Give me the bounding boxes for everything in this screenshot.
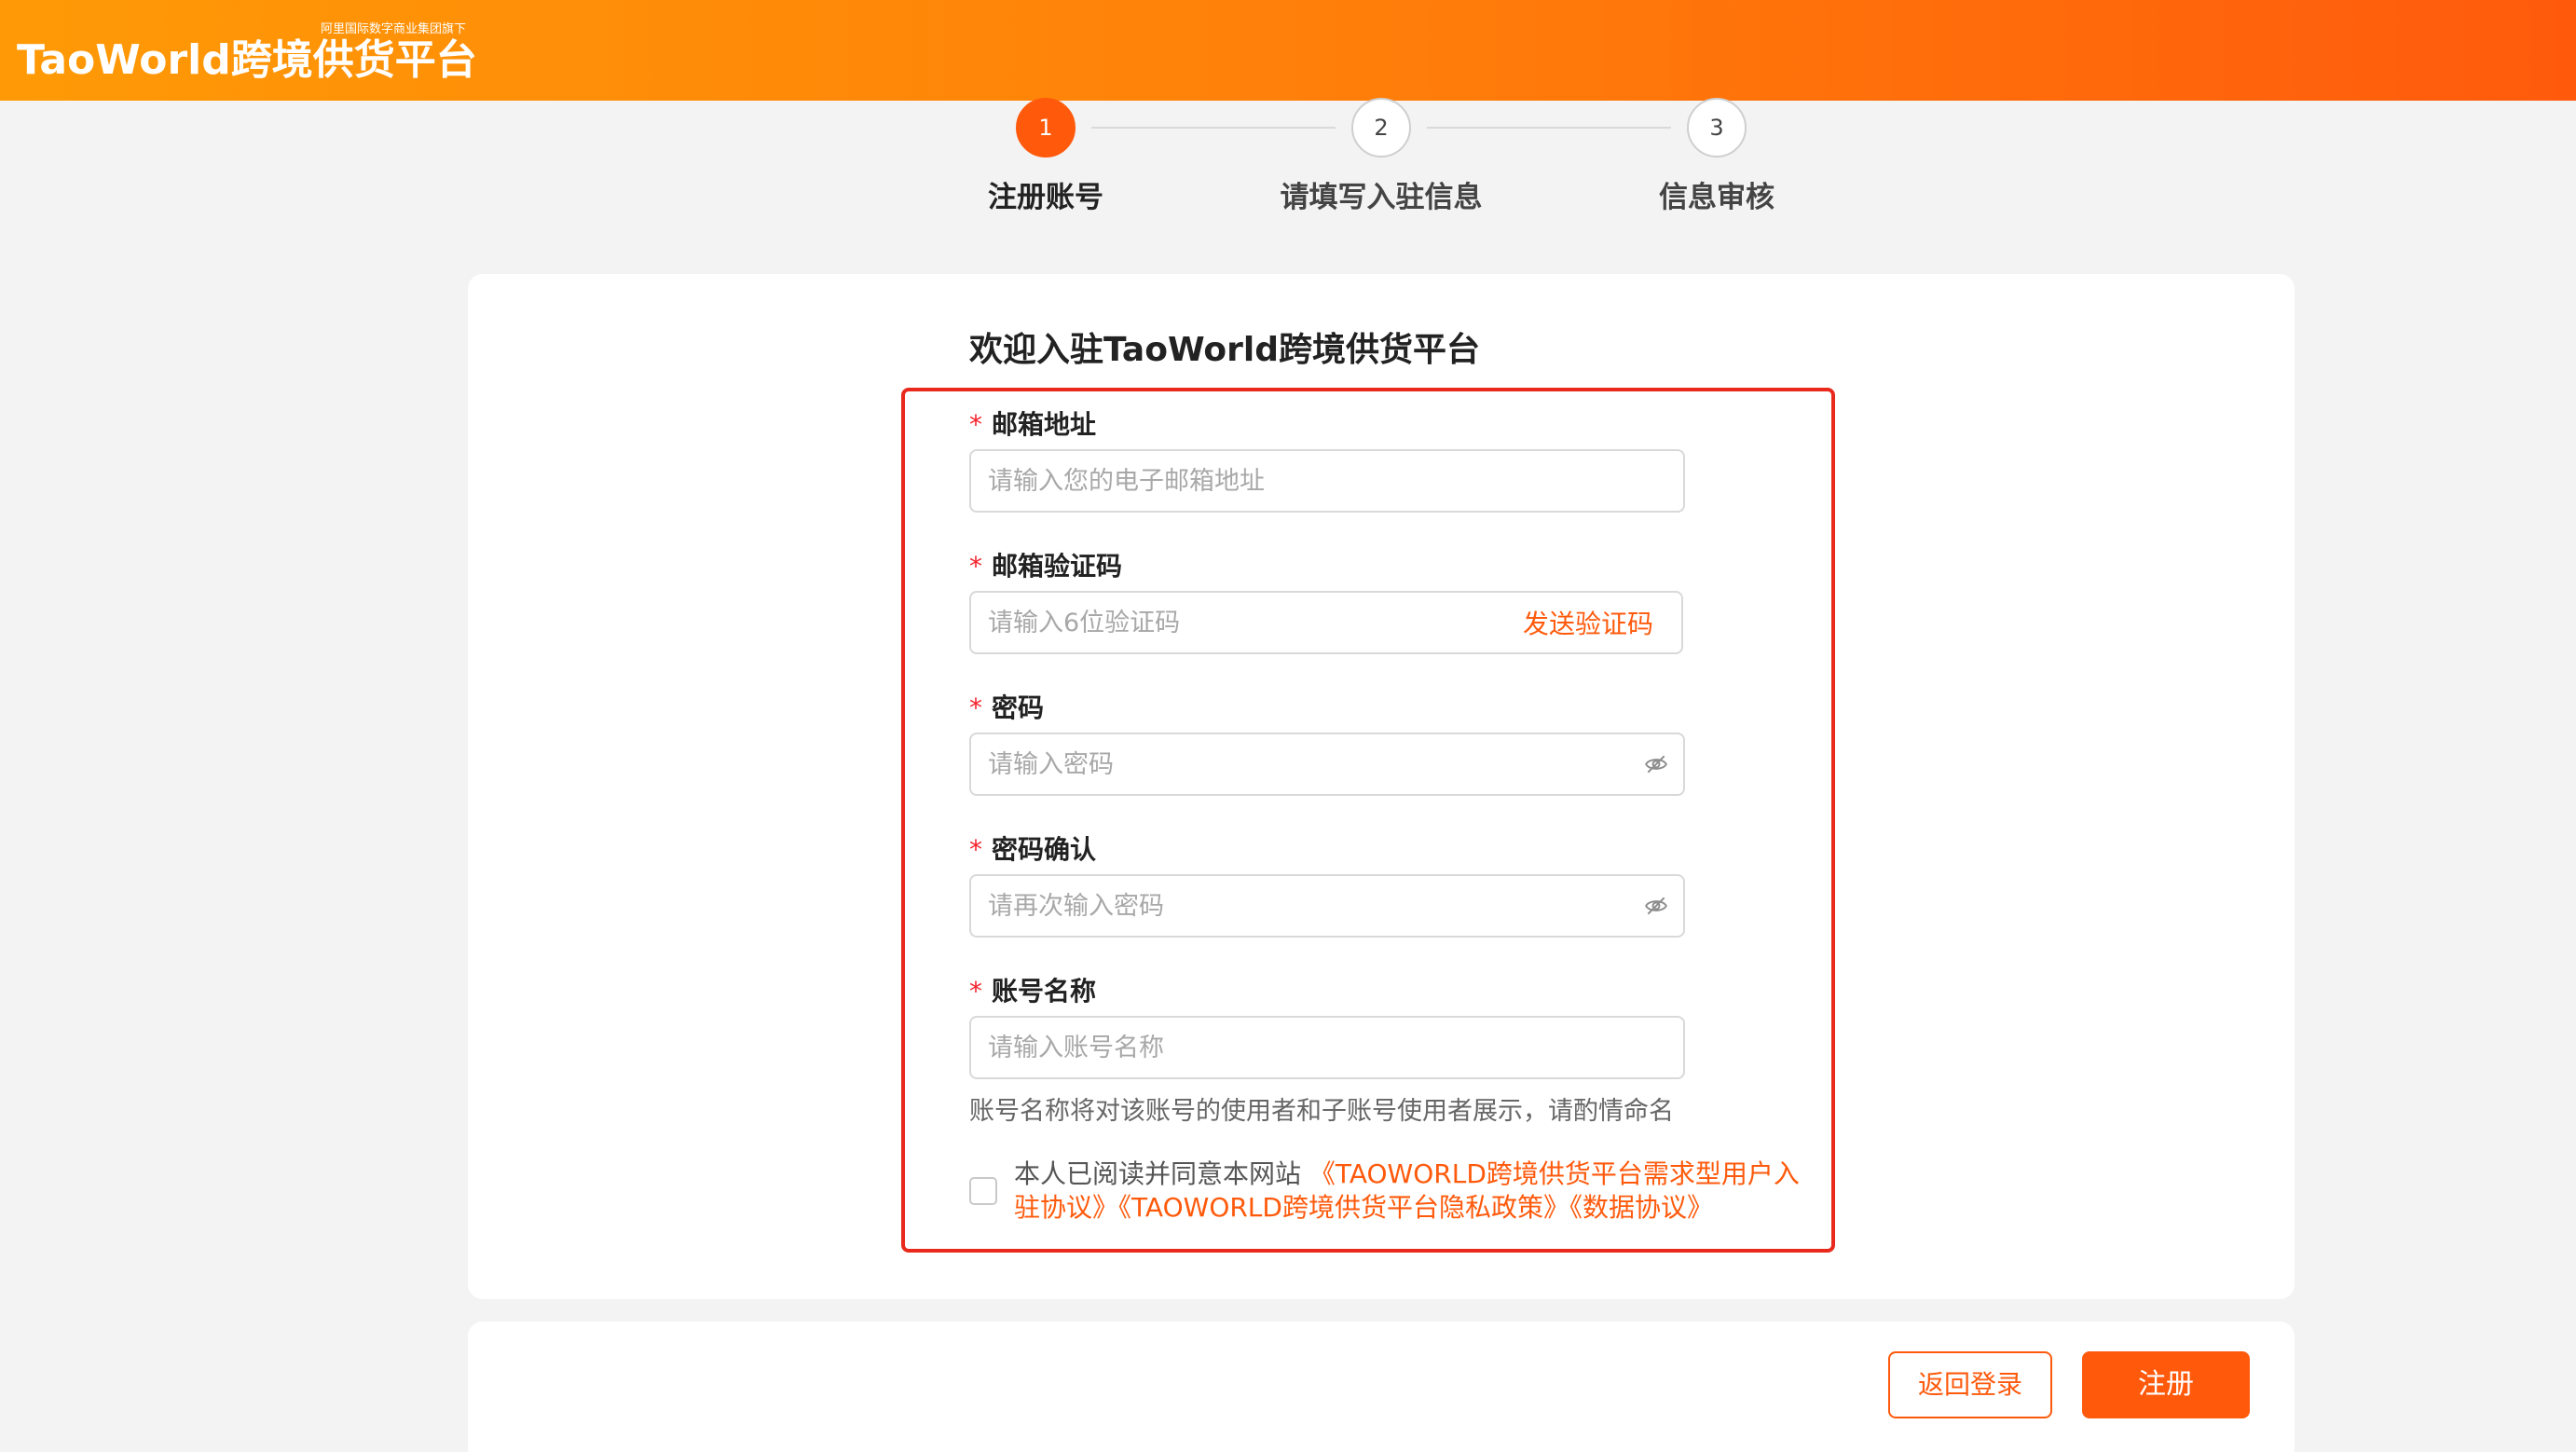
required-mark: * [969,692,982,723]
required-mark: * [969,551,982,582]
agreement-text: 本人已阅读并同意本网站 《TAOWORLD跨境供货平台需求型用户入驻协议》《TA… [1014,1157,1806,1225]
password-input[interactable] [969,733,1685,796]
step-2-indicator: 2 [1351,98,1411,158]
password-confirm-input[interactable] [969,874,1685,938]
back-to-login-button[interactable]: 返回登录 [1888,1351,2052,1418]
step-1-label: 注册账号 [988,181,1103,214]
email-label-text: 邮箱地址 [992,409,1097,440]
agreement-checkbox[interactable] [969,1177,997,1205]
step-connector [1091,127,1336,129]
password-label-text: 密码 [992,692,1045,723]
top-header: TaoWorld跨境供货平台 阿里国际数字商业集团旗下 [0,0,2576,101]
password-confirm-label-text: 密码确认 [992,834,1097,865]
email-input[interactable] [969,449,1685,513]
required-mark: * [969,409,982,440]
agreement-prefix: 本人已阅读并同意本网站 [1014,1158,1309,1189]
code-label-text: 邮箱验证码 [992,551,1123,582]
logo-subtext: 阿里国际数字商业集团旗下 [321,22,467,36]
eye-slash-icon[interactable] [1644,894,1668,918]
password-label: * 密码 [969,688,1044,725]
account-name-help: 账号名称将对该账号的使用者和子账号使用者展示，请酌情命名 [969,1097,1674,1126]
step-3-indicator: 3 [1687,98,1747,158]
send-code-button[interactable]: 发送验证码 [1523,604,1653,641]
code-label: * 邮箱验证码 [969,546,1122,583]
step-1-number: 1 [1038,115,1053,141]
step-3-number: 3 [1709,115,1724,141]
required-mark: * [969,834,982,865]
step-1-indicator: 1 [1016,98,1076,158]
eye-slash-icon[interactable] [1644,752,1668,776]
account-name-label-text: 账号名称 [992,976,1097,1007]
step-3-label: 信息审核 [1659,181,1774,214]
email-label: * 邮箱地址 [969,404,1096,442]
step-connector [1427,127,1671,129]
password-confirm-label: * 密码确认 [969,829,1096,867]
account-name-label: * 账号名称 [969,971,1096,1008]
register-button[interactable]: 注册 [2082,1351,2250,1418]
form-title: 欢迎入驻TaoWorld跨境供货平台 [969,331,1480,369]
step-2-number: 2 [1374,115,1389,141]
required-mark: * [969,976,982,1007]
account-name-input[interactable] [969,1016,1685,1079]
registration-steps: 1 2 3 注册账号 请填写入驻信息 信息审核 [0,98,2576,222]
step-2-label: 请填写入驻信息 [1280,181,1483,214]
